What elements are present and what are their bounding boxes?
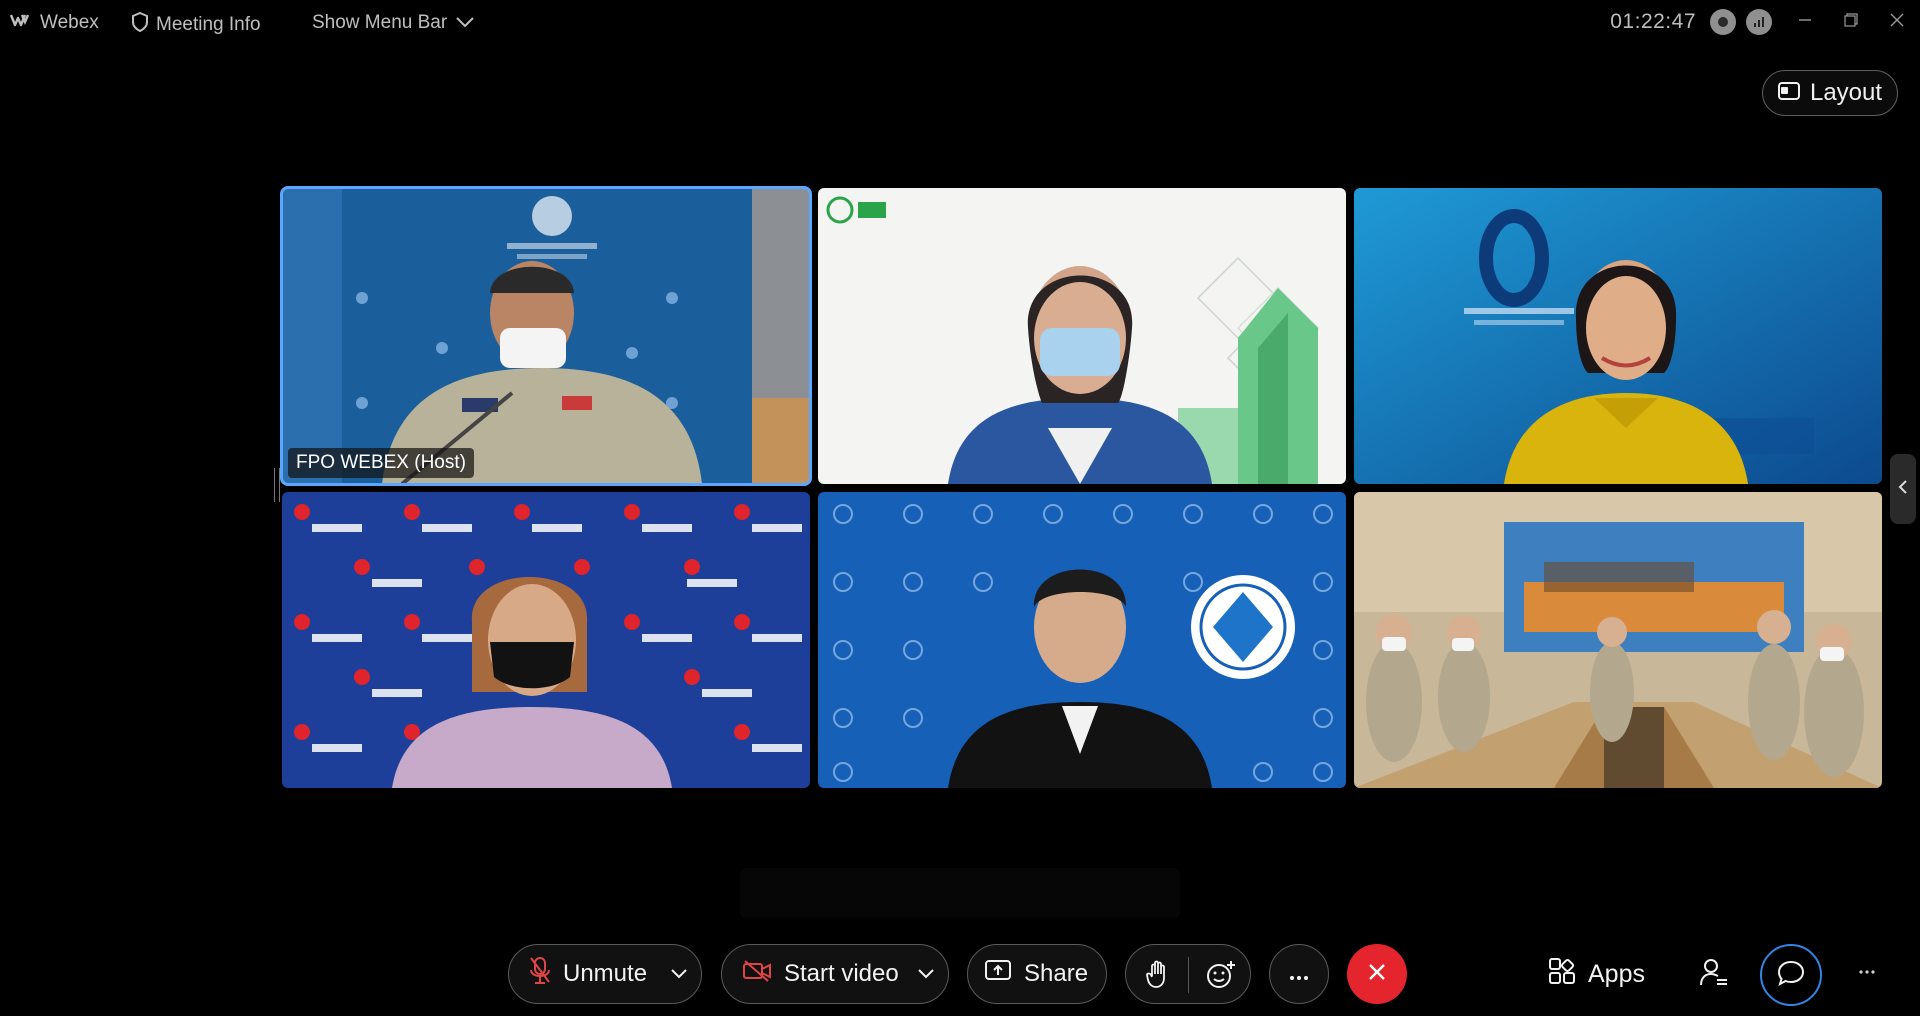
start-video-label: Start video (784, 960, 899, 987)
leave-meeting-button[interactable] (1347, 944, 1407, 1004)
more-options-right-button[interactable] (1858, 962, 1876, 980)
video-feed (1354, 492, 1882, 788)
meeting-info-button[interactable]: Meeting Info (132, 11, 261, 38)
restore-button[interactable] (1828, 8, 1874, 36)
layout-button[interactable]: Layout (1762, 70, 1898, 116)
faint-overlay (740, 868, 1180, 918)
video-feed (282, 188, 810, 484)
chevron-down-icon[interactable] (918, 969, 934, 979)
mic-off-icon (529, 956, 551, 993)
reactions-icon[interactable] (1206, 960, 1236, 997)
share-label: Share (1024, 960, 1089, 987)
share-icon (984, 959, 1012, 990)
video-feed (818, 188, 1346, 484)
chevron-down-icon[interactable] (671, 969, 687, 979)
video-tile-participant[interactable] (1354, 188, 1882, 484)
video-tile-participant[interactable] (818, 188, 1346, 484)
unmute-label: Unmute (563, 960, 648, 987)
shield-icon (132, 11, 148, 38)
video-feed (818, 492, 1346, 788)
video-tile-participant[interactable] (282, 492, 810, 788)
meeting-info-label: Meeting Info (156, 14, 261, 35)
record-icon[interactable] (1710, 9, 1736, 35)
layout-label: Layout (1809, 79, 1883, 106)
panel-resize-handle[interactable] (274, 468, 280, 502)
participants-icon (1699, 959, 1729, 993)
video-feed (1354, 188, 1882, 484)
video-off-icon (742, 959, 772, 990)
apps-icon (1548, 957, 1576, 992)
leave-icon (1367, 962, 1387, 987)
layout-icon (1777, 79, 1800, 107)
video-feed (282, 492, 810, 788)
chat-button[interactable] (1760, 944, 1822, 1006)
more-options-button[interactable] (1269, 944, 1329, 1004)
minimize-icon (1798, 13, 1812, 32)
share-button[interactable]: Share (967, 944, 1107, 1004)
restore-icon (1844, 12, 1858, 32)
unmute-button[interactable]: Unmute (508, 944, 702, 1004)
app-brand: Webex (9, 12, 99, 34)
signal-icon[interactable] (1746, 9, 1772, 35)
chevron-left-icon (1898, 479, 1908, 499)
show-menu-bar-button[interactable]: Show Menu Bar (312, 12, 475, 34)
title-bar-right: 01:22:47 (1610, 8, 1920, 36)
chevron-down-icon (455, 12, 475, 34)
participants-button[interactable] (1699, 957, 1729, 994)
participant-name-label: FPO WEBEX (Host) (288, 448, 474, 478)
app-name: Webex (40, 12, 99, 33)
reactions-group (1125, 944, 1251, 1004)
meeting-timer: 01:22:47 (1610, 10, 1696, 33)
start-video-button[interactable]: Start video (721, 944, 949, 1004)
video-tile-participant[interactable] (1354, 492, 1882, 788)
raise-hand-icon[interactable] (1146, 960, 1172, 997)
apps-button[interactable]: Apps (1548, 957, 1645, 992)
video-grid: FPO WEBEX (Host) (280, 186, 1884, 792)
chat-icon (1777, 959, 1805, 992)
close-button[interactable] (1874, 8, 1920, 36)
side-panel-toggle[interactable] (1890, 454, 1916, 524)
webex-logo-icon (9, 12, 32, 34)
video-tile-host[interactable]: FPO WEBEX (Host) (280, 186, 812, 486)
close-icon (1890, 13, 1904, 32)
divider (1188, 957, 1189, 993)
meeting-controls: Unmute Start video Share Apps (0, 944, 1920, 1006)
video-tile-participant[interactable] (818, 492, 1346, 788)
title-bar: Webex Meeting Info Show Menu Bar 01:22:4… (0, 0, 1920, 44)
more-icon (1858, 962, 1876, 979)
apps-label: Apps (1588, 960, 1645, 988)
minimize-button[interactable] (1782, 8, 1828, 36)
more-icon (1289, 960, 1309, 988)
show-menu-bar-label: Show Menu Bar (312, 12, 448, 33)
